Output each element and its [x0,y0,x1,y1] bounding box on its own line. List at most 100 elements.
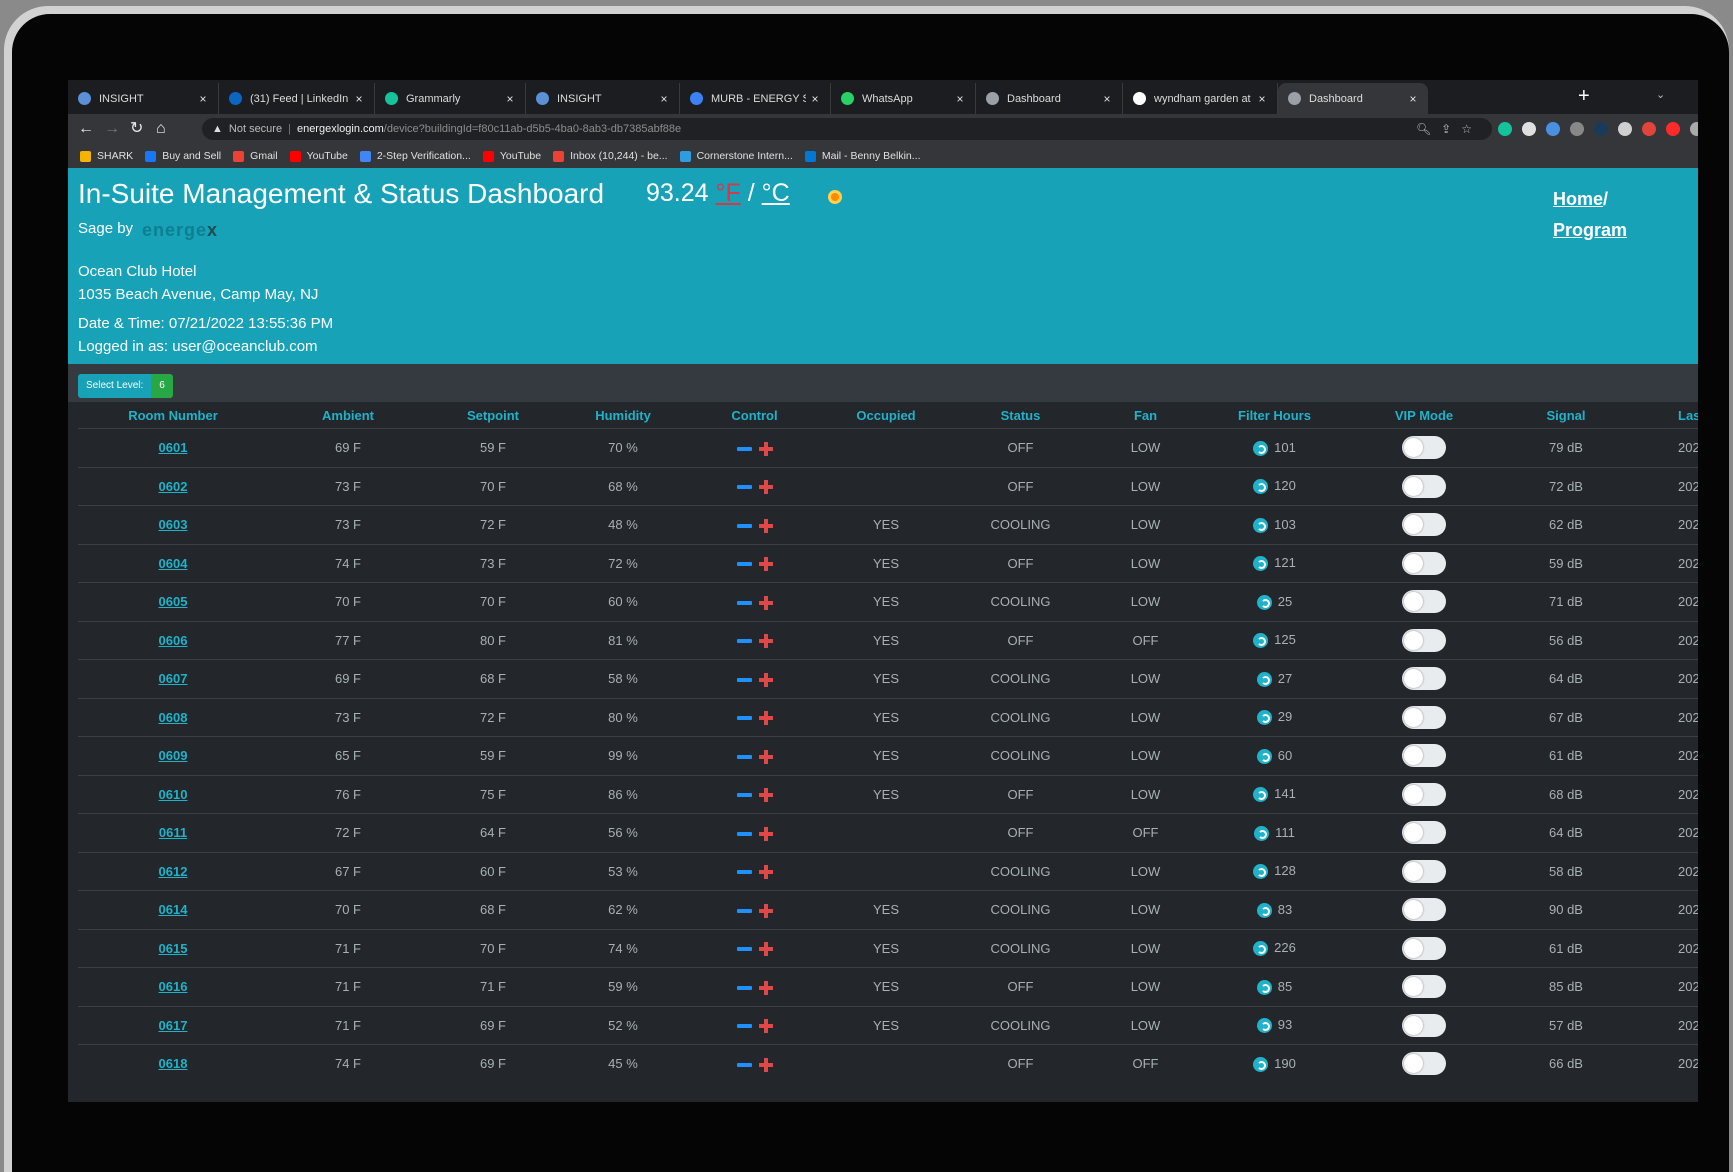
decrease-setpoint-button[interactable] [736,793,752,798]
decrease-setpoint-button[interactable] [736,985,752,990]
vip-mode-toggle[interactable] [1402,1052,1446,1076]
filter-reset-icon[interactable] [1254,825,1270,841]
decrease-setpoint-button[interactable] [736,562,752,567]
bookmark-item[interactable]: Mail - Benny Belkin... [804,150,921,162]
column-header[interactable]: Status [951,408,1090,423]
room-number-link[interactable]: 0615 [78,941,268,956]
filter-reset-icon[interactable] [1253,440,1269,456]
increase-setpoint-button[interactable] [758,480,773,495]
column-header[interactable]: Occupied [821,408,951,423]
room-number-link[interactable]: 0612 [78,864,268,879]
filter-reset-icon[interactable] [1253,517,1269,533]
column-header[interactable]: Setpoint [428,408,558,423]
unit-c-link[interactable]: °C [762,179,790,207]
forward-icon[interactable]: → [104,120,120,138]
filter-reset-icon[interactable] [1253,787,1269,803]
vip-mode-toggle[interactable] [1402,551,1446,575]
column-header[interactable]: Control [688,408,821,423]
room-number-link[interactable]: 0617 [78,1018,268,1033]
browser-tab[interactable]: INSIGHT × [526,83,680,114]
extension-icon[interactable] [1666,122,1680,136]
increase-setpoint-button[interactable] [758,595,773,610]
reload-icon[interactable]: ↻ [130,120,143,138]
extension-icon[interactable] [1618,122,1632,136]
vip-mode-toggle[interactable] [1402,513,1446,537]
browser-tab[interactable]: INSIGHT × [68,83,219,114]
extension-icon[interactable] [1498,122,1512,136]
decrease-setpoint-button[interactable] [736,485,752,490]
decrease-setpoint-button[interactable] [736,600,752,605]
room-number-link[interactable]: 0611 [78,825,268,840]
browser-tab[interactable]: Dashboard × [1278,83,1428,114]
extension-icon[interactable] [1690,122,1698,136]
extension-icon[interactable] [1522,122,1536,136]
vip-mode-toggle[interactable] [1402,436,1446,460]
room-number-link[interactable]: 0618 [78,1056,268,1071]
new-tab-button[interactable]: + [1578,86,1590,106]
extension-icon[interactable] [1546,122,1560,136]
browser-tab[interactable]: (31) Feed | LinkedIn × [219,83,375,114]
browser-tab[interactable]: wyndham garden at × [1123,83,1278,114]
increase-setpoint-button[interactable] [758,942,773,957]
omnibox-actions[interactable]: 🔍︎⇪☆ [1416,122,1482,136]
program-link[interactable]: Program [1553,220,1627,240]
vip-mode-toggle[interactable] [1402,628,1446,652]
column-header[interactable]: Filter Hours [1201,408,1348,423]
column-header[interactable]: Humidity [558,408,688,423]
increase-setpoint-button[interactable] [758,441,773,456]
decrease-setpoint-button[interactable] [736,523,752,528]
vip-mode-toggle[interactable] [1402,667,1446,691]
room-number-link[interactable]: 0610 [78,787,268,802]
decrease-setpoint-button[interactable] [736,1062,752,1067]
browser-tab[interactable]: WhatsApp × [831,83,976,114]
filter-reset-icon[interactable] [1256,594,1272,610]
close-tab-icon[interactable]: × [1404,92,1422,106]
room-number-link[interactable]: 0616 [78,979,268,994]
vip-mode-toggle[interactable] [1402,744,1446,768]
tab-search-icon[interactable]: ⌄ [1656,88,1665,101]
back-icon[interactable]: ← [78,120,94,138]
bookmark-item[interactable]: SHARK [80,150,133,162]
decrease-setpoint-button[interactable] [736,716,752,721]
filter-reset-icon[interactable] [1253,864,1269,880]
bookmark-item[interactable]: Buy and Sell [145,150,221,162]
column-header[interactable]: Room Number [78,408,268,423]
room-number-link[interactable]: 0608 [78,710,268,725]
close-tab-icon[interactable]: × [1253,92,1271,106]
room-number-link[interactable]: 0614 [78,902,268,917]
url-input[interactable]: ▲ Not secure | energexlogin.com /device?… [202,118,1492,140]
room-number-link[interactable]: 0605 [78,594,268,609]
vip-mode-toggle[interactable] [1402,975,1446,999]
filter-reset-icon[interactable] [1253,1056,1269,1072]
filter-reset-icon[interactable] [1253,479,1269,495]
close-tab-icon[interactable]: × [350,92,368,106]
vip-mode-toggle[interactable] [1402,1013,1446,1037]
browser-tab[interactable]: MURB - ENERGY SOL× [680,83,831,114]
decrease-setpoint-button[interactable] [736,947,752,952]
increase-setpoint-button[interactable] [758,749,773,764]
close-tab-icon[interactable]: × [655,92,673,106]
column-header[interactable]: Ambient [268,408,428,423]
decrease-setpoint-button[interactable] [736,677,752,682]
share-icon[interactable]: ⇪ [1441,122,1461,136]
select-level-button[interactable]: Select Level: 6 [78,374,173,398]
increase-setpoint-button[interactable] [758,865,773,880]
filter-reset-icon[interactable] [1256,748,1272,764]
zoom-icon[interactable]: 🔍︎ [1416,122,1441,136]
increase-setpoint-button[interactable] [758,672,773,687]
column-header[interactable]: Fan [1090,408,1201,423]
vip-mode-toggle[interactable] [1402,821,1446,845]
bookmark-item[interactable]: YouTube [482,150,541,162]
bookmark-item[interactable]: Inbox (10,244) - be... [553,150,668,162]
bookmark-item[interactable]: 2-Step Verification... [359,150,471,162]
decrease-setpoint-button[interactable] [736,1024,752,1029]
room-number-link[interactable]: 0601 [78,440,268,455]
increase-setpoint-button[interactable] [758,1057,773,1072]
column-header[interactable]: Signal [1500,408,1632,423]
home-icon[interactable]: ⌂ [156,120,166,138]
home-link[interactable]: Home [1553,189,1603,209]
decrease-setpoint-button[interactable] [736,754,752,759]
extension-icon[interactable] [1642,122,1656,136]
extension-icon[interactable] [1594,122,1608,136]
room-number-link[interactable]: 0607 [78,671,268,686]
